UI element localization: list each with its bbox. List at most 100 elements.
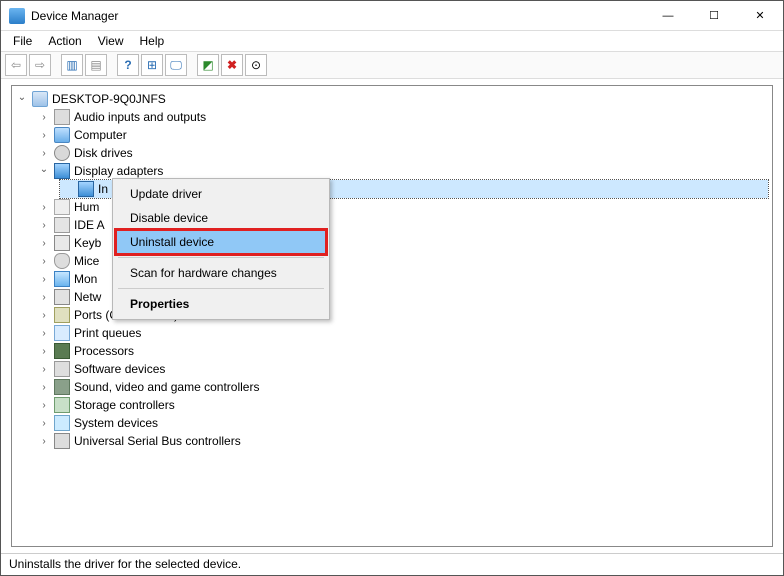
category-label: Print queues [74, 326, 141, 340]
tree-category[interactable]: Processors [38, 342, 768, 360]
tree-root[interactable]: DESKTOP-9Q0JNFS [16, 90, 768, 108]
window-buttons: — ☐ ✕ [645, 1, 783, 31]
expand-icon[interactable] [38, 255, 50, 267]
context-menu: Update driver Disable device Uninstall d… [112, 178, 330, 320]
ctx-separator [118, 257, 324, 258]
category-label: Mice [74, 254, 99, 268]
expand-icon[interactable] [38, 147, 50, 159]
menu-bar: File Action View Help [1, 31, 783, 51]
tree-category[interactable]: System devices [38, 414, 768, 432]
status-text: Uninstalls the driver for the selected d… [9, 557, 241, 571]
ports-icon [54, 307, 70, 323]
expand-icon[interactable] [38, 399, 50, 411]
expand-icon[interactable] [38, 201, 50, 213]
expand-icon[interactable] [38, 345, 50, 357]
expand-icon[interactable] [38, 165, 50, 177]
tree-category[interactable]: Print queues [38, 324, 768, 342]
category-label: Computer [74, 128, 127, 142]
window-title: Device Manager [31, 9, 645, 23]
toolbar-forward-button[interactable]: ⇨ [29, 54, 51, 76]
expand-icon[interactable] [38, 111, 50, 123]
category-label: Sound, video and game controllers [74, 380, 259, 394]
toolbar-back-button[interactable]: ⇦ [5, 54, 27, 76]
toolbar: ⇦ ⇨ ▥ ▤ ? ⊞ 🖵 ◩ ✖ ⊙ [1, 51, 783, 79]
menu-action[interactable]: Action [42, 32, 87, 50]
system-icon [54, 415, 70, 431]
minimize-button[interactable]: — [645, 1, 691, 31]
ctx-scan-hardware[interactable]: Scan for hardware changes [116, 261, 326, 285]
tree-category[interactable]: Universal Serial Bus controllers [38, 432, 768, 450]
cpu-icon [54, 343, 70, 359]
hid-icon [54, 199, 70, 215]
toolbar-remove-button[interactable]: ✖ [221, 54, 243, 76]
toolbar-help-button[interactable]: ? [117, 54, 139, 76]
expand-icon[interactable] [38, 435, 50, 447]
display-icon [78, 181, 94, 197]
computer-icon [54, 127, 70, 143]
tree-category[interactable]: Sound, video and game controllers [38, 378, 768, 396]
soft-icon [54, 361, 70, 377]
ctx-uninstall-device[interactable]: Uninstall device [116, 230, 326, 254]
sound-icon [54, 379, 70, 395]
usb-icon [54, 433, 70, 449]
expand-icon[interactable] [38, 129, 50, 141]
ctx-update-driver[interactable]: Update driver [116, 182, 326, 206]
expand-icon[interactable] [38, 417, 50, 429]
ctx-properties[interactable]: Properties [116, 292, 326, 316]
storage-icon [54, 397, 70, 413]
menu-file[interactable]: File [7, 32, 38, 50]
category-label: Universal Serial Bus controllers [74, 434, 241, 448]
toolbar-add-button[interactable]: ◩ [197, 54, 219, 76]
display-icon [54, 163, 70, 179]
tree-category[interactable]: Computer [38, 126, 768, 144]
tree-category[interactable]: Audio inputs and outputs [38, 108, 768, 126]
category-label: Software devices [74, 362, 165, 376]
title-bar: Device Manager — ☐ ✕ [1, 1, 783, 31]
status-bar: Uninstalls the driver for the selected d… [1, 553, 783, 575]
maximize-button[interactable]: ☐ [691, 1, 737, 31]
expand-icon[interactable] [38, 273, 50, 285]
expand-icon[interactable] [38, 363, 50, 375]
category-label: Netw [74, 290, 101, 304]
expand-icon[interactable] [38, 219, 50, 231]
ctx-disable-device[interactable]: Disable device [116, 206, 326, 230]
category-label: IDE A [74, 218, 105, 232]
menu-help[interactable]: Help [134, 32, 171, 50]
keyboard-icon [54, 235, 70, 251]
expand-icon[interactable] [38, 381, 50, 393]
toolbar-view-button[interactable]: ⊞ [141, 54, 163, 76]
expand-icon[interactable] [16, 93, 28, 105]
toolbar-properties-button[interactable]: ▤ [85, 54, 107, 76]
toolbar-monitor-button[interactable]: 🖵 [165, 54, 187, 76]
computer-icon [32, 91, 48, 107]
category-label: Display adapters [74, 164, 163, 178]
app-icon [9, 8, 25, 24]
tree-category[interactable]: Storage controllers [38, 396, 768, 414]
expand-icon[interactable] [38, 327, 50, 339]
monitor-icon [54, 271, 70, 287]
device-label: In [98, 182, 108, 196]
disk-icon [54, 145, 70, 161]
mouse-icon [54, 253, 70, 269]
expand-icon[interactable] [38, 309, 50, 321]
print-icon [54, 325, 70, 341]
tree-category[interactable]: Disk drives [38, 144, 768, 162]
category-label: System devices [74, 416, 158, 430]
tree-category[interactable]: Software devices [38, 360, 768, 378]
category-label: Disk drives [74, 146, 133, 160]
ide-icon [54, 217, 70, 233]
content-area: DESKTOP-9Q0JNFS Audio inputs and outputs… [1, 79, 783, 553]
expand-icon[interactable] [38, 237, 50, 249]
category-label: Hum [74, 200, 99, 214]
close-button[interactable]: ✕ [737, 1, 783, 31]
root-label: DESKTOP-9Q0JNFS [52, 92, 166, 106]
toolbar-scan-button[interactable]: ⊙ [245, 54, 267, 76]
category-label: Processors [74, 344, 134, 358]
category-label: Storage controllers [74, 398, 175, 412]
expand-icon[interactable] [38, 291, 50, 303]
network-icon [54, 289, 70, 305]
menu-view[interactable]: View [92, 32, 130, 50]
toolbar-show-hide-button[interactable]: ▥ [61, 54, 83, 76]
category-label: Keyb [74, 236, 101, 250]
category-label: Mon [74, 272, 97, 286]
